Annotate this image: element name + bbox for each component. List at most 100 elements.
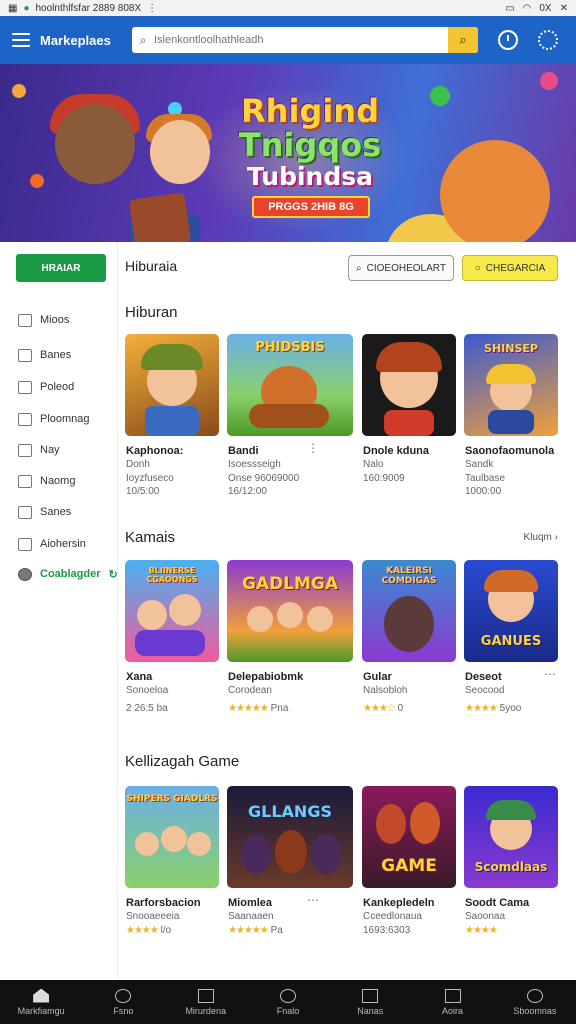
home-icon — [18, 348, 32, 362]
bottom-nav-item-6[interactable]: Sboomnas — [494, 980, 576, 1024]
card-subtitle: Cceedlonaua — [363, 911, 422, 922]
card-rating: ★★★★ l/o — [126, 925, 171, 936]
search-input[interactable] — [154, 27, 448, 53]
more-icon[interactable]: ⋮ — [307, 441, 319, 455]
thumbnail-title: SHIPERS GIADLRS — [126, 794, 218, 804]
game-card[interactable]: GLLANGS Miomlea ⋯ Saanaaen ★★★★★ Pa — [227, 786, 353, 936]
filter-button[interactable]: ⌕ CIOEOHEOLART — [348, 255, 454, 281]
card-meta-2: 1000:00 — [465, 486, 502, 497]
sidebar-item-label: Nay — [40, 444, 60, 456]
banner-badge[interactable]: PRGGS 2HIB 8G — [252, 196, 370, 218]
bottom-nav-item-3[interactable]: Fnalo — [247, 980, 329, 1024]
bottom-nav-item-4[interactable]: Nanas — [329, 980, 411, 1024]
star-rating: ★★★★ — [465, 703, 498, 714]
card-subtitle: Donh — [126, 459, 150, 470]
section-title-hiburan: Hiburan — [125, 304, 178, 321]
warning-icon — [362, 988, 379, 1003]
star-rating: ★★★★★ — [228, 703, 269, 714]
sidebar-item-8[interactable]: Coablagder ↻ — [18, 563, 118, 585]
search-button[interactable]: ⌕ — [448, 27, 478, 53]
game-card[interactable]: Dnole kduna Nalo 160:9009 — [362, 334, 456, 484]
thumbnail-title: SHINSEP — [484, 342, 538, 355]
sidebar-item-3[interactable]: Ploomnag — [18, 408, 118, 430]
gamepad-icon — [18, 313, 32, 327]
game-card[interactable]: SHIPERS GIADLRS Rarforsbacion Snooaeeeia… — [125, 786, 219, 936]
game-card[interactable]: BLIINERSE CGAOONGS Xana Sonoeloa 2 26:5 … — [125, 560, 219, 714]
sidebar-item-1[interactable]: Banes — [18, 344, 118, 366]
game-card[interactable]: PHIDSBIS Bandi ⋮ Isoessseigh Onse 960690… — [227, 334, 353, 497]
refresh-icon: ↻ — [108, 568, 118, 581]
card-subtitle: Seocood — [465, 685, 505, 696]
promo-banner[interactable]: Rhigind Tnigqos Tubindsa PRGGS 2HIB 8G — [0, 64, 576, 242]
card-title: Kankepledeln — [363, 897, 435, 909]
sidebar-item-4[interactable]: Nay — [18, 439, 118, 461]
rating-count: 5yoo — [499, 703, 522, 714]
game-thumbnail: KALEIRSI COMDIGAS — [362, 560, 456, 662]
character-silhouette — [275, 830, 307, 874]
menu-icon[interactable] — [12, 33, 30, 47]
sidebar-item-0[interactable]: Mioos — [18, 309, 118, 331]
card-title: Bandi — [228, 445, 259, 457]
game-card[interactable]: GADLMGA Delepabiobmk Corodean ★★★★★ Pna — [227, 560, 353, 714]
sidebar-item-label: Banes — [40, 349, 72, 361]
game-card[interactable]: KALEIRSI COMDIGAS Gular Nalsobloh ★★★☆ 0 — [362, 560, 456, 714]
more-icon: ⋮ — [147, 2, 158, 14]
settings-icon[interactable] — [538, 30, 558, 50]
bottom-nav-item-0[interactable]: Markfiamgu — [0, 980, 82, 1024]
sidebar-item-label: Coablagder — [40, 568, 101, 580]
thumbnail-title: GLLANGS — [248, 802, 332, 821]
candy-decoration — [30, 174, 44, 188]
card-subtitle: Isoessseigh — [228, 459, 281, 470]
character-body — [249, 404, 329, 428]
bottom-nav-item-5[interactable]: Aoira — [411, 980, 493, 1024]
character-face — [307, 606, 333, 632]
game-thumbnail: GLLANGS — [227, 786, 353, 888]
star-rating: ★★★★★ — [228, 925, 269, 936]
url-text: hoolnthlfsfar 2889 808X — [35, 2, 142, 14]
sidebar-item-7[interactable]: Aiohersin — [18, 533, 118, 555]
card-meta: Onse 96069000 — [228, 473, 300, 484]
card-subtitle: Sonoeloa — [126, 685, 169, 696]
sort-button[interactable]: ○ CHEGARCIA — [462, 255, 558, 281]
bottom-nav-item-1[interactable]: Fsno — [82, 980, 164, 1024]
sort-button-label: CHEGARCIA — [485, 262, 546, 274]
card-title: Saonofaomunola — [465, 445, 555, 457]
sidebar-item-6[interactable]: Sanes — [18, 501, 118, 523]
banner-title-line2: Tnigqos — [238, 126, 382, 164]
sidebar-item-5[interactable]: Naomg — [18, 470, 118, 492]
bottom-nav-label: Fsno — [113, 1005, 134, 1016]
game-card[interactable]: GANUES Deseot ⋯ Seocood ★★★★ 5yoo — [464, 560, 558, 714]
character-hat — [141, 344, 203, 370]
card-subtitle: Nalsobloh — [363, 685, 408, 696]
card-title: Gular — [363, 671, 392, 683]
mascot-boy — [150, 120, 210, 184]
primary-button[interactable]: HRAIAR — [16, 254, 106, 282]
refresh-icon — [115, 988, 132, 1003]
bottom-nav-item-2[interactable]: Mirurdena — [165, 980, 247, 1024]
game-card[interactable]: Scomdlaas Soodt Cama Saoonaa ★★★★ — [464, 786, 558, 936]
sidebar-item-label: Ploomnag — [40, 413, 90, 425]
sidebar-item-label: Aiohersin — [40, 538, 86, 550]
thumbnail-title: PHIDSBIS — [255, 340, 325, 355]
app-store-icon: ▦ — [8, 2, 18, 14]
game-card[interactable]: Kaphonoa: Donh Ioyzfuseco 10/5:00 — [125, 334, 219, 497]
card-meta-2: 10/5:00 — [126, 486, 160, 497]
more-icon[interactable]: ⋯ — [307, 893, 319, 907]
more-icon[interactable]: ⋯ — [544, 667, 556, 681]
see-all-link[interactable]: Kluqm › — [524, 532, 558, 543]
clock-icon[interactable] — [498, 30, 518, 50]
card-rating: ★★★☆ 0 — [363, 703, 403, 714]
game-thumbnail: SHINSEP — [464, 334, 558, 436]
character-hat — [486, 800, 536, 820]
bottom-nav-label: Nanas — [357, 1005, 384, 1016]
card-title: Miomlea — [228, 897, 273, 909]
thumbnail-title: BLIINERSE CGAOONGS — [146, 566, 198, 584]
thumbnail-title: GAME — [381, 856, 437, 876]
game-card[interactable]: GAME Kankepledeln Cceedlonaua 1693:6303 — [362, 786, 456, 936]
game-card[interactable]: SHINSEP Saonofaomunola Sandk Taulbase 10… — [464, 334, 558, 497]
sidebar-item-2[interactable]: Poleod — [18, 376, 118, 398]
game-thumbnail: GAME — [362, 786, 456, 888]
card-meta: Ioyzfuseco — [126, 473, 174, 484]
circle-icon — [279, 988, 296, 1003]
card-subtitle: Saanaaen — [228, 911, 274, 922]
